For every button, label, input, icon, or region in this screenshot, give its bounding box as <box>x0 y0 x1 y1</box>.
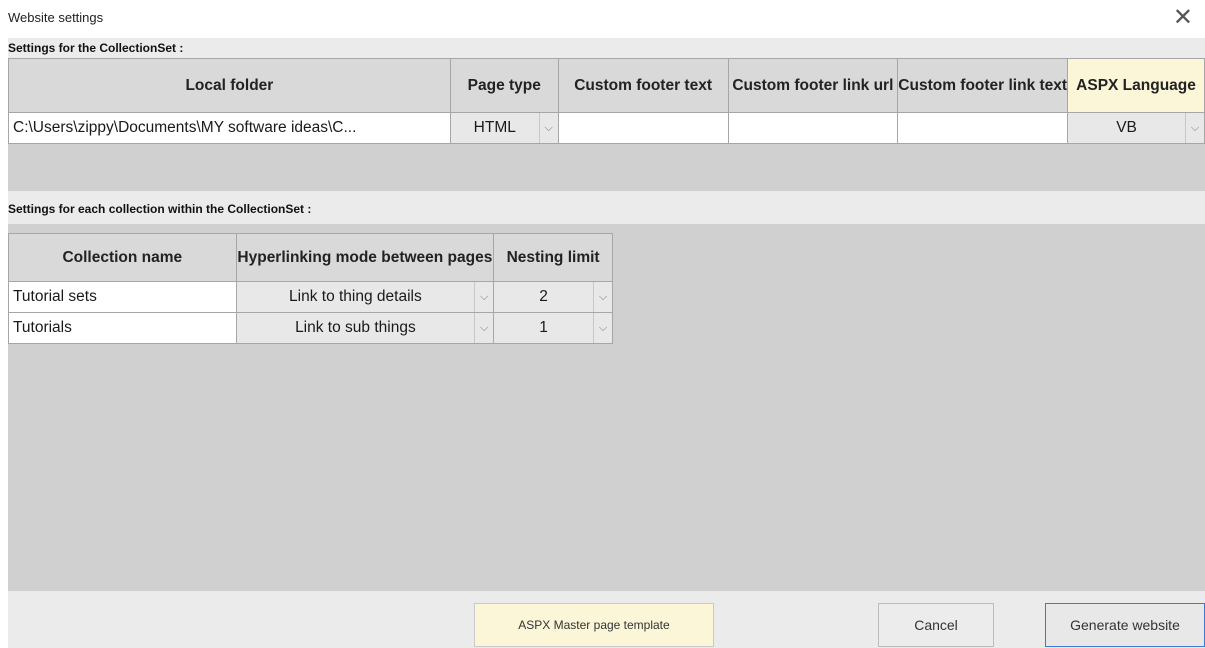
collection-name-cell[interactable]: Tutorials <box>8 312 237 344</box>
nesting-limit-value: 2 <box>539 288 548 305</box>
footer-text-field[interactable] <box>557 112 729 144</box>
header-page-type: Page type <box>449 58 559 113</box>
collection-name-value: Tutorial sets <box>13 288 97 305</box>
chevron-down-icon[interactable]: ⌵ <box>538 113 558 143</box>
header-footer-link-text: Custom footer link text <box>897 58 1069 113</box>
footer-link-text-field[interactable] <box>897 112 1069 144</box>
header-footer-text: Custom footer text <box>557 58 729 113</box>
collections-section-label: Settings for each collection within the … <box>8 191 1205 224</box>
hyperlinking-mode-value: Link to sub things <box>295 319 416 336</box>
nesting-limit-dropdown[interactable]: 1 ⌵ <box>493 312 613 344</box>
chevron-down-icon[interactable]: ⌵ <box>593 282 612 312</box>
local-folder-value: C:\Users\zippy\Documents\MY software ide… <box>13 119 357 136</box>
chevron-down-icon[interactable]: ⌵ <box>593 313 612 343</box>
collectionset-table: Local folder Page type Custom footer tex… <box>8 58 1205 144</box>
header-collection-name: Collection name <box>8 233 237 282</box>
cancel-button[interactable]: Cancel <box>878 603 994 647</box>
window-title: Website settings <box>8 10 104 25</box>
chevron-down-icon[interactable]: ⌵ <box>1185 113 1204 143</box>
local-folder-field[interactable]: C:\Users\zippy\Documents\MY software ide… <box>8 112 451 144</box>
dialog-content: Settings for the CollectionSet : Local f… <box>8 38 1205 648</box>
chevron-down-icon[interactable]: ⌵ <box>474 282 493 312</box>
collectionset-section-label: Settings for the CollectionSet : <box>8 38 1205 58</box>
table-row: Tutorial sets Link to thing details ⌵ 2 ⌵ <box>8 281 613 313</box>
page-type-dropdown[interactable]: HTML ⌵ <box>449 112 559 144</box>
hyperlinking-mode-dropdown[interactable]: Link to sub things ⌵ <box>235 312 495 344</box>
collection-name-cell[interactable]: Tutorial sets <box>8 281 237 313</box>
generate-website-button[interactable]: Generate website <box>1045 603 1205 647</box>
aspx-language-dropdown[interactable]: VB ⌵ <box>1067 112 1205 144</box>
title-bar: Website settings ✕ <box>0 0 1205 38</box>
nesting-limit-dropdown[interactable]: 2 ⌵ <box>493 281 613 313</box>
header-hyperlinking-mode: Hyperlinking mode between pages <box>235 233 495 282</box>
header-nesting-limit: Nesting limit <box>493 233 613 282</box>
aspx-language-value: VB <box>1116 119 1137 136</box>
table-row: Tutorials Link to sub things ⌵ 1 ⌵ <box>8 312 613 344</box>
header-local-folder: Local folder <box>8 58 451 113</box>
chevron-down-icon[interactable]: ⌵ <box>474 313 493 343</box>
collections-table: Collection name Hyperlinking mode betwee… <box>8 233 613 344</box>
nesting-limit-value: 1 <box>539 319 548 336</box>
collection-name-value: Tutorials <box>13 319 72 336</box>
header-footer-url: Custom footer link url <box>727 58 899 113</box>
footer-url-field[interactable] <box>727 112 899 144</box>
aspx-master-template-button[interactable]: ASPX Master page template <box>474 603 714 647</box>
hyperlinking-mode-value: Link to thing details <box>289 288 422 305</box>
close-icon[interactable]: ✕ <box>1173 4 1193 32</box>
page-type-value: HTML <box>473 119 516 136</box>
separator <box>8 173 1205 191</box>
hyperlinking-mode-dropdown[interactable]: Link to thing details ⌵ <box>235 281 495 313</box>
header-aspx-language: ASPX Language <box>1067 58 1205 113</box>
